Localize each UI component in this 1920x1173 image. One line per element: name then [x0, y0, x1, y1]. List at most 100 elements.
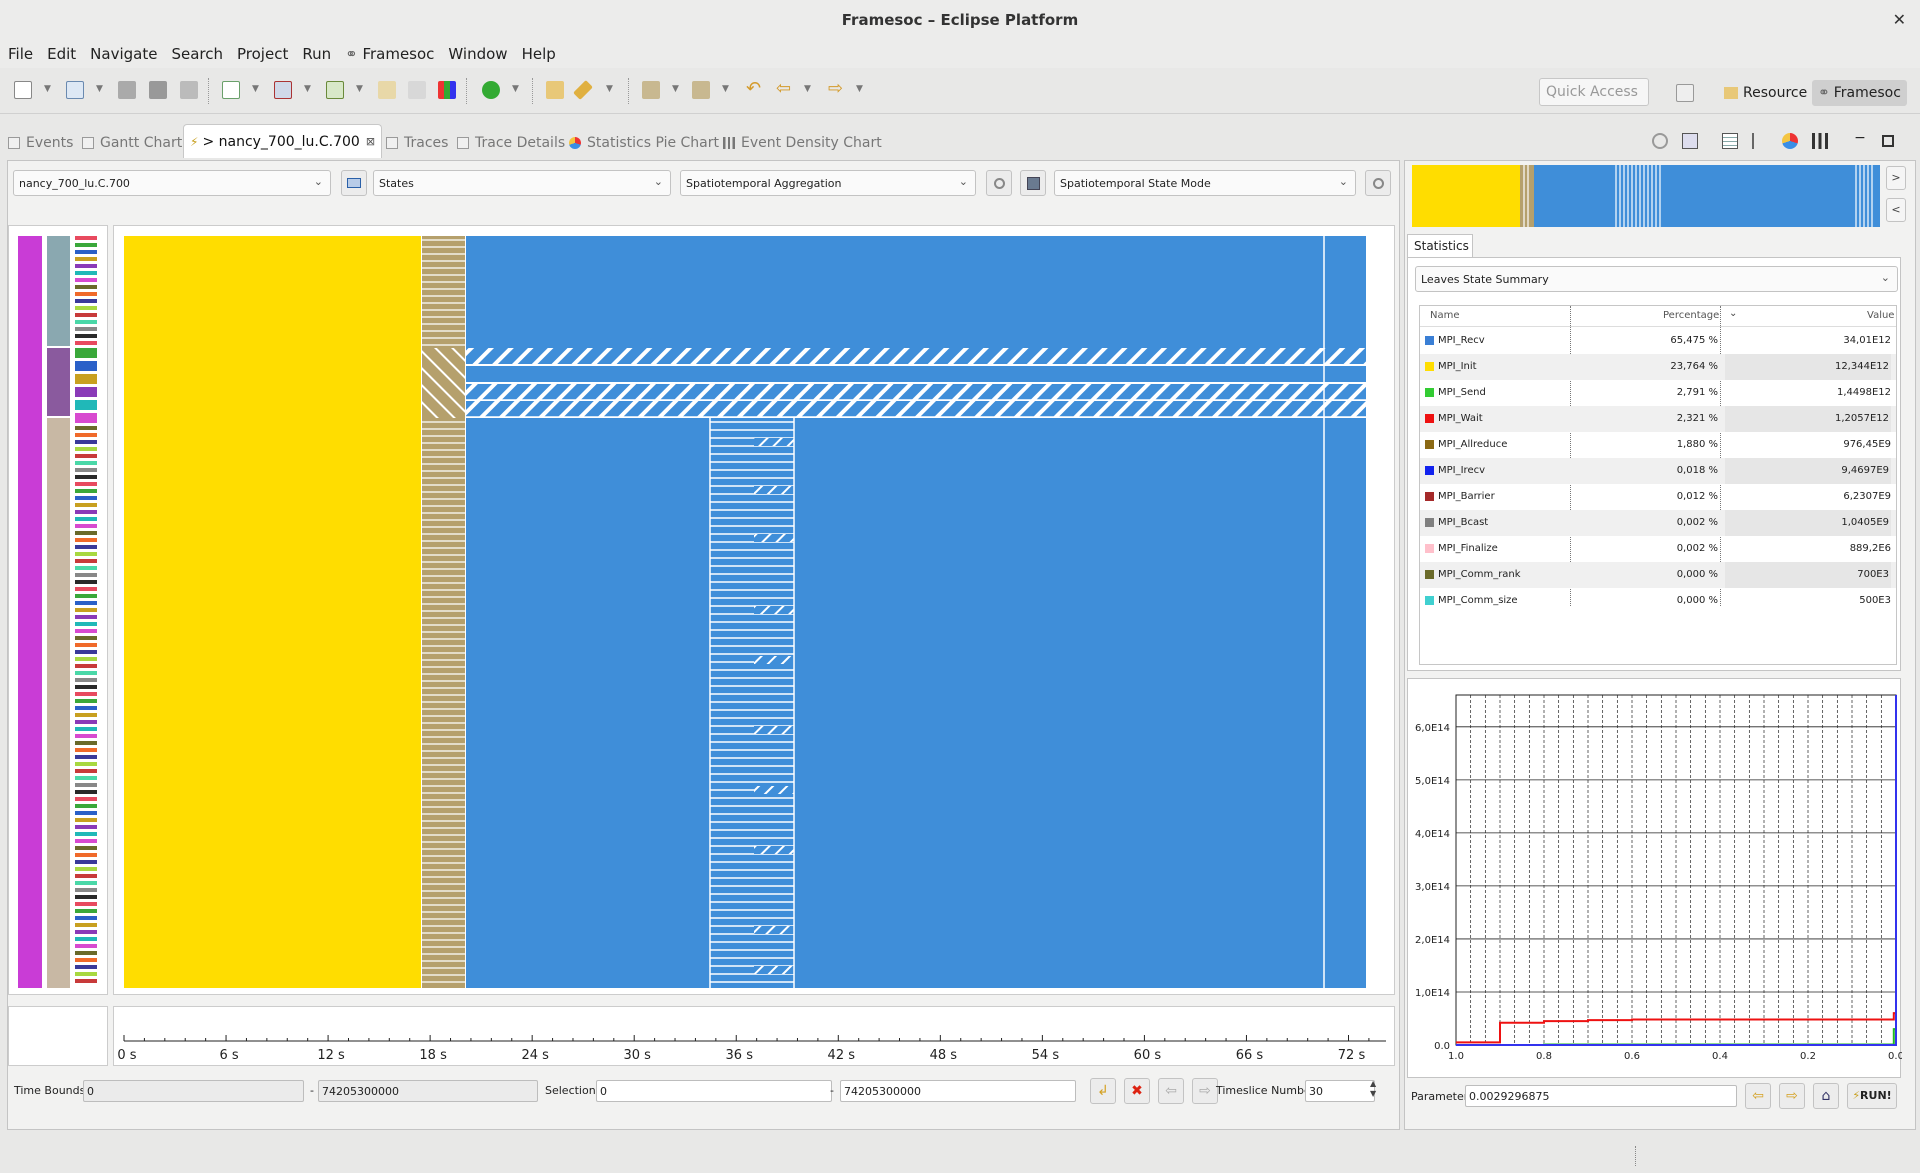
run-button[interactable]: ⚡RUN! — [1847, 1083, 1897, 1109]
menu-framesoc[interactable]: ⚭ Framesoc — [345, 45, 434, 63]
annotation-prev-dropdown-icon[interactable]: ▼ — [722, 84, 729, 94]
save-all-icon[interactable] — [149, 81, 167, 99]
open-perspective-icon[interactable] — [1676, 84, 1694, 102]
column-header-percentage[interactable]: Percentage — [1663, 310, 1719, 321]
run-icon[interactable] — [482, 81, 500, 99]
save-data-button[interactable] — [1020, 170, 1046, 196]
import-trace-icon[interactable] — [326, 81, 344, 99]
new-dropdown-icon[interactable]: ▼ — [44, 84, 51, 94]
overview-next-button[interactable]: > — [1886, 166, 1906, 190]
new-project-icon[interactable] — [66, 81, 84, 99]
tab-event-density-chart[interactable]: Event Density Chart — [723, 130, 882, 156]
table-row[interactable]: MPI_Init 23,764 % 12,344E12 — [1420, 354, 1896, 380]
visualization-settings-button[interactable] — [1365, 170, 1391, 196]
next-zoom-button[interactable]: ⇨ — [1192, 1078, 1218, 1104]
table-row[interactable]: MPI_Irecv 0,018 % 9,4697E9 — [1420, 458, 1896, 484]
open-folder-icon[interactable] — [546, 81, 564, 99]
menu-search[interactable]: Search — [171, 45, 223, 63]
menu-navigate[interactable]: Navigate — [90, 45, 157, 63]
home-button[interactable]: ⌂ — [1813, 1083, 1839, 1109]
close-tab-icon[interactable]: ⊠ — [366, 135, 375, 148]
table-row[interactable]: MPI_Recv 65,475 % 34,01E12 — [1420, 328, 1896, 354]
column-header-name[interactable]: Name — [1430, 310, 1460, 321]
minimize-icon[interactable]: − — [1852, 131, 1868, 149]
back-dropdown-icon[interactable]: ▼ — [804, 84, 811, 94]
column-header-value[interactable]: Value — [1867, 310, 1894, 321]
table-row[interactable]: MPI_Comm_rank 0,000 % 700E3 — [1420, 562, 1896, 588]
menu-edit[interactable]: Edit — [47, 45, 76, 63]
import-dropdown-icon[interactable]: ▼ — [356, 84, 363, 94]
tab-traces[interactable]: Traces — [386, 130, 448, 156]
grid-icon[interactable] — [438, 81, 456, 99]
settings-icon[interactable] — [1652, 133, 1668, 149]
event-type-select[interactable]: States ⌄ — [373, 170, 671, 196]
menu-file[interactable]: File — [8, 45, 33, 63]
spinner-arrows-icon[interactable]: ▲ ▼ — [1370, 1079, 1376, 1099]
aggregation-settings-button[interactable] — [986, 170, 1012, 196]
table-view-icon[interactable] — [1722, 133, 1738, 149]
pen-icon[interactable] — [573, 80, 593, 100]
quick-access-input[interactable]: Quick Access — [1539, 78, 1649, 106]
aggregation-plot[interactable] — [113, 225, 1395, 995]
menu-window[interactable]: Window — [448, 45, 507, 63]
database-settings-icon[interactable] — [408, 81, 426, 99]
summary-type-select[interactable]: Leaves State Summary ⌄ — [1415, 266, 1898, 292]
last-edit-icon[interactable]: ↶ — [746, 80, 764, 99]
previous-zoom-button[interactable]: ⇦ — [1158, 1078, 1184, 1104]
run-dropdown-icon[interactable]: ▼ — [512, 84, 519, 94]
table-row[interactable]: MPI_Finalize 0,002 % 889,2E6 — [1420, 536, 1896, 562]
print-icon[interactable] — [180, 81, 198, 99]
annotation-next-dropdown-icon[interactable]: ▼ — [672, 84, 679, 94]
time-axis[interactable]: 0 s 6 s 12 s 18 s 24 s 30 s 36 s 42 s 48 s 54 s 60… — [113, 1006, 1395, 1066]
visualization-mode-select[interactable]: Spatiotemporal State Mode ⌄ — [1054, 170, 1356, 196]
menu-help[interactable]: Help — [522, 45, 556, 63]
launch-icon[interactable] — [274, 81, 292, 99]
table-row[interactable]: MPI_Bcast 0,002 % 1,0405E9 — [1420, 510, 1896, 536]
table-row[interactable]: MPI_Send 2,791 % 1,4498E12 — [1420, 380, 1896, 406]
annotation-prev-icon[interactable] — [692, 81, 710, 99]
parameter-input[interactable]: 0.0029296875 — [1465, 1085, 1737, 1107]
table-row[interactable]: MPI_Barrier 0,012 % 6,2307E9 — [1420, 484, 1896, 510]
tab-trace-details[interactable]: Trace Details — [457, 130, 565, 156]
new-icon[interactable] — [14, 81, 32, 99]
load-trace-button[interactable] — [341, 170, 367, 196]
perspective-resource[interactable]: Resource — [1718, 80, 1813, 106]
table-row[interactable]: MPI_Allreduce 1,880 % 976,45E9 — [1420, 432, 1896, 458]
table-row[interactable]: MPI_Wait 2,321 % 1,2057E12 — [1420, 406, 1896, 432]
close-window-icon[interactable]: ✕ — [1893, 0, 1906, 40]
selection-end-field[interactable]: 74205300000 — [840, 1080, 1076, 1102]
new-file-icon[interactable] — [222, 81, 240, 99]
perspective-framesoc[interactable]: ⚭ Framesoc — [1812, 80, 1907, 106]
overview-strip[interactable] — [1412, 165, 1880, 227]
increase-parameter-button[interactable]: ⇨ — [1779, 1083, 1805, 1109]
menu-run[interactable]: Run — [302, 45, 331, 63]
tab-statistics[interactable]: Statistics — [1407, 234, 1473, 258]
reset-selection-button[interactable]: ✖ — [1124, 1078, 1150, 1104]
time-end-field[interactable]: 74205300000 — [318, 1080, 538, 1102]
new-file-dropdown-icon[interactable]: ▼ — [252, 84, 259, 94]
time-start-field[interactable]: 0 — [83, 1080, 304, 1102]
menu-project[interactable]: Project — [237, 45, 288, 63]
tab-gantt-chart[interactable]: Gantt Chart — [82, 130, 182, 156]
trace-select[interactable]: nancy_700_lu.C.700 ⌄ — [13, 170, 331, 196]
selection-start-field[interactable]: 0 — [596, 1080, 832, 1102]
tab-events[interactable]: Events — [8, 130, 73, 156]
aggregation-operator-select[interactable]: Spatiotemporal Aggregation ⌄ — [680, 170, 976, 196]
quality-curve-panel[interactable]: 6,0E14 5,0E14 4,0E14 3,0E14 2,0E14 1,0E14 0.0 1… — [1407, 678, 1904, 1078]
sort-chevron-icon[interactable]: ⌄ — [1729, 308, 1737, 319]
overview-prev-button[interactable]: < — [1886, 198, 1906, 222]
table-row[interactable]: MPI_Comm_size 0,000 % 500E3 — [1420, 588, 1896, 614]
pie-view-icon[interactable] — [1782, 133, 1798, 149]
back-icon[interactable]: ⇦ — [776, 80, 794, 99]
timeslice-spinner[interactable]: 30 — [1305, 1080, 1375, 1102]
forward-dropdown-icon[interactable]: ▼ — [856, 84, 863, 94]
histogram-view-icon[interactable] — [1812, 133, 1828, 149]
maximize-icon[interactable] — [1882, 135, 1894, 147]
launch-dropdown-icon[interactable]: ▼ — [304, 84, 311, 94]
tab-statistics-pie-chart[interactable]: Statistics Pie Chart — [569, 130, 719, 156]
pen-dropdown-icon[interactable]: ▼ — [606, 84, 613, 94]
database-icon[interactable] — [378, 81, 396, 99]
apply-selection-button[interactable]: ↲ — [1090, 1078, 1116, 1104]
forward-icon[interactable]: ⇨ — [828, 80, 846, 99]
annotation-next-icon[interactable] — [642, 81, 660, 99]
